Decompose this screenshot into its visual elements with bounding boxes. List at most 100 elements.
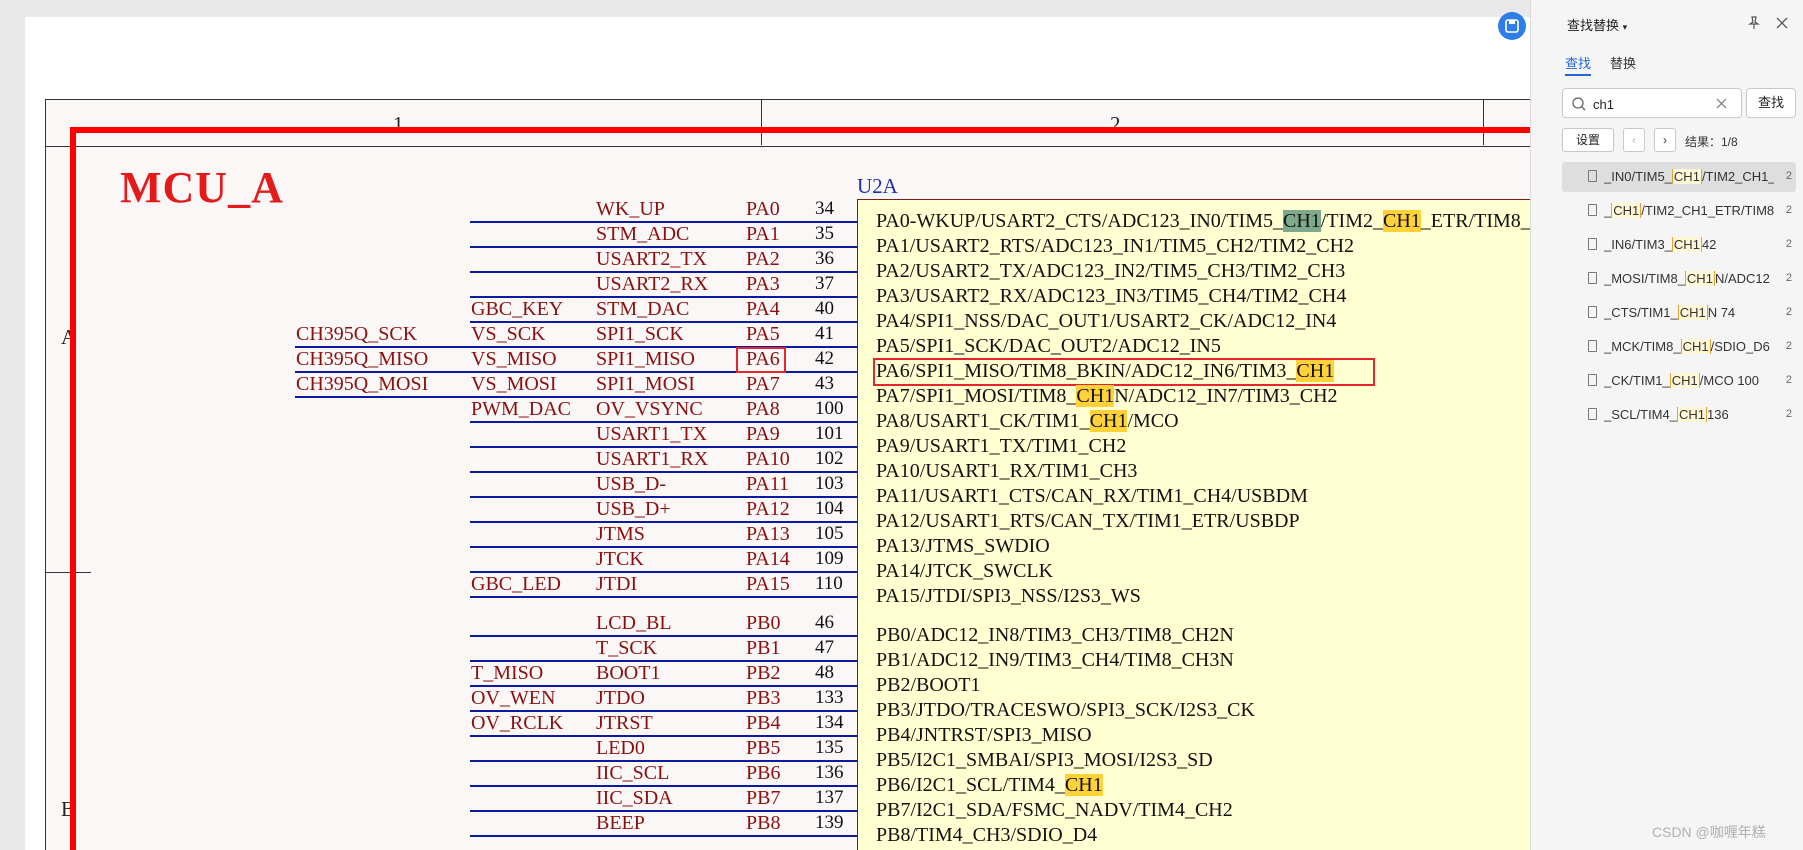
pin-function: PA13/JTMS_SWDIO — [876, 535, 1050, 557]
search-highlight: CH1 — [1064, 774, 1103, 796]
pin-function: PB3/JTDO/TRACESWO/SPI3_SCK/I2S3_CK — [876, 699, 1255, 721]
pin-number: 102 — [815, 448, 844, 469]
mcu-frame-top — [70, 127, 1530, 133]
pin-number: 110 — [815, 573, 843, 594]
signal-label: USART2_RX — [596, 273, 709, 295]
net-wire — [470, 521, 857, 523]
port-label: PA10 — [746, 448, 790, 470]
search-result-item[interactable]: _CK/TIM1_ CH1/MCO 100 2 — [1562, 366, 1796, 396]
signal-label: USART1_TX — [596, 423, 708, 445]
pin-number: 101 — [815, 423, 844, 444]
search-result-item[interactable]: _MCK/TIM8_ CH1/SDIO_D6 2 — [1562, 332, 1796, 362]
signal-label: JTDI — [596, 573, 638, 595]
port-label: PA9 — [746, 423, 780, 445]
pin-number: 109 — [815, 548, 844, 569]
search-result-item[interactable]: _MOSI/TIM8_ CH1 N/ADC12 2 — [1562, 264, 1796, 294]
pin-number: 137 — [815, 787, 844, 808]
settings-button[interactable]: 设置 — [1562, 128, 1614, 152]
watermark: CSDN @咖喱年糕 — [1652, 824, 1766, 840]
search-result-item[interactable]: _IN6/TIM3_ CH1 42 2 — [1562, 230, 1796, 260]
result-page: 2 — [1785, 204, 1792, 216]
next-result-button[interactable]: › — [1654, 128, 1676, 152]
pin-function: PA3/USART2_RX/ADC123_IN3/TIM5_CH4/TIM2_C… — [876, 285, 1347, 307]
block-title: MCU_A — [120, 163, 284, 212]
document-icon — [1588, 204, 1597, 216]
pin-number: 134 — [815, 712, 844, 733]
port-label: PA11 — [746, 473, 789, 495]
pin-number: 105 — [815, 523, 844, 544]
signal-label: USB_D+ — [596, 498, 671, 520]
port-label: PB1 — [746, 637, 781, 659]
document-icon — [1588, 340, 1597, 352]
result-snippet: _CTS/TIM1_ CH1 N 74 — [1604, 305, 1736, 320]
result-page: 2 — [1785, 170, 1792, 182]
pin-function: PB1/ADC12_IN9/TIM3_CH4/TIM8_CH3N — [876, 649, 1234, 671]
pin-number: 133 — [815, 687, 844, 708]
save-icon[interactable] — [1498, 12, 1526, 40]
signal-label: OV_VSYNC — [596, 398, 703, 420]
search-result-item[interactable]: _SCL/TIM4_ CH1 136 2 — [1562, 400, 1796, 430]
pin-function: PA14/JTCK_SWCLK — [876, 560, 1054, 582]
document-icon — [1588, 272, 1597, 284]
previous-result-button[interactable]: ‹ — [1623, 128, 1645, 152]
net-label: OV_RCLK — [471, 712, 564, 734]
net-wire — [470, 835, 857, 837]
pin-number: 37 — [815, 273, 834, 294]
pin-number: 36 — [815, 248, 834, 269]
tab-replace[interactable]: 替换 — [1610, 53, 1636, 72]
port-label: PB8 — [746, 812, 781, 834]
document-icon — [1588, 306, 1597, 318]
signal-label: JTMS — [596, 523, 645, 545]
document-viewer[interactable]: 1 2 A B MCU_A U2A WK_UP PA0 34 PA0-WKUP/USA… — [0, 0, 1530, 850]
net-label: GBC_LED — [471, 573, 561, 595]
result-snippet: _MCK/TIM8_ CH1/SDIO_D6 — [1604, 339, 1770, 354]
pin-function: PA7/SPI1_MOSI/TIM8_CH1N/ADC12_IN7/TIM3_C… — [876, 385, 1338, 407]
match-box — [736, 347, 786, 373]
signal-label: IIC_SCL — [596, 762, 670, 784]
port-label: PA2 — [746, 248, 780, 270]
document-icon — [1588, 374, 1597, 386]
document-icon — [1588, 238, 1597, 250]
pin-function: PA10/USART1_RX/TIM1_CH3 — [876, 460, 1138, 482]
net-label: VS_SCK — [471, 323, 546, 345]
result-snippet: _IN0/TIM5_CH1/TIM2_CH1_ETR — [1604, 169, 1774, 184]
port-label: PA15 — [746, 573, 790, 595]
signal-label: LCD_BL — [596, 612, 672, 634]
search-result-item[interactable]: _CTS/TIM1_ CH1 N 74 2 — [1562, 298, 1796, 328]
zone-label-col1: 1 — [393, 112, 404, 136]
close-icon[interactable] — [1774, 15, 1790, 31]
pin-number: 104 — [815, 498, 844, 519]
port-label: PA4 — [746, 298, 780, 320]
signal-label: USART1_RX — [596, 448, 709, 470]
clear-icon[interactable] — [1715, 97, 1729, 111]
net-label: CH395Q_MISO — [296, 348, 429, 370]
search-result-item[interactable]: _IN0/TIM5_CH1/TIM2_CH1_ETR 2 — [1562, 162, 1796, 192]
net-label: VS_MOSI — [471, 373, 557, 395]
pin-number: 40 — [815, 298, 834, 319]
tab-find[interactable]: 查找 — [1565, 53, 1591, 72]
pin-number: 41 — [815, 323, 834, 344]
result-snippet: _ CH1/TIM2_CH1_ETR/TIM8 — [1604, 203, 1774, 218]
search-highlight: CH1 — [1089, 410, 1128, 432]
search-result-item[interactable]: _ CH1/TIM2_CH1_ETR/TIM8 2 — [1562, 196, 1796, 226]
port-label: PA0 — [746, 198, 780, 220]
signal-label: STM_DAC — [596, 298, 690, 320]
pin-number: 48 — [815, 662, 834, 683]
pin-icon[interactable] — [1746, 15, 1762, 31]
search-field[interactable] — [1562, 88, 1742, 118]
pin-function: PA12/USART1_RTS/CAN_TX/TIM1_ETR/USBDP — [876, 510, 1300, 532]
find-button[interactable]: 查找 — [1746, 88, 1796, 118]
pin-number: 139 — [815, 812, 844, 833]
zone-divider — [1483, 99, 1484, 145]
search-input[interactable] — [1591, 94, 1715, 114]
pin-number: 42 — [815, 348, 834, 369]
signal-label: JTCK — [596, 548, 644, 570]
port-label: PA3 — [746, 273, 780, 295]
mcu-frame-left — [70, 127, 76, 850]
result-snippet: _IN6/TIM3_ CH1 42 — [1604, 237, 1717, 252]
result-snippet: _CK/TIM1_ CH1/MCO 100 — [1604, 373, 1760, 388]
panel-title[interactable]: 查找替换 ▾ — [1567, 15, 1627, 34]
net-label: T_MISO — [471, 662, 544, 684]
port-label: PA13 — [746, 523, 790, 545]
result-page: 2 — [1785, 306, 1792, 318]
